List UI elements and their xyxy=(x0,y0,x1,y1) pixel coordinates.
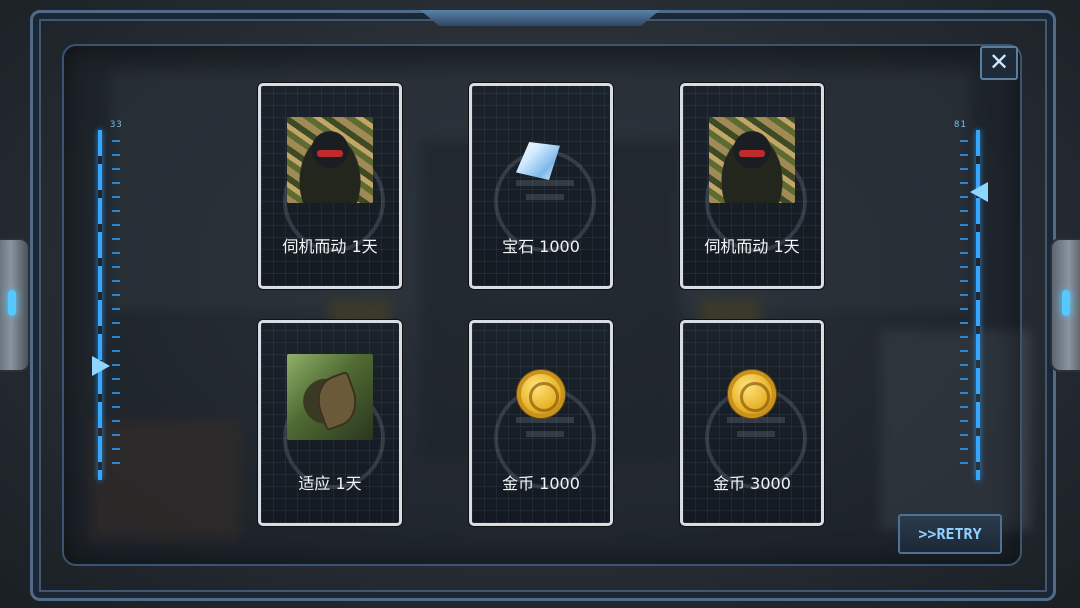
soldier-portrait xyxy=(287,117,373,203)
reward-card[interactable]: 金币 1000 xyxy=(469,320,613,526)
reward-label: 适应 1天 xyxy=(298,474,362,493)
right-bumper xyxy=(1050,238,1080,372)
gauge-pointer-icon xyxy=(970,182,988,202)
moth-wing xyxy=(309,370,365,432)
reward-label: 伺机而动 1天 xyxy=(282,237,378,256)
reward-label: 金币 1000 xyxy=(502,474,580,493)
gauge-rail xyxy=(98,130,102,480)
left-bumper xyxy=(0,238,30,372)
reward-label: 宝石 1000 xyxy=(502,237,580,256)
retry-button[interactable]: >>RETRY xyxy=(898,514,1002,554)
moth-portrait xyxy=(287,354,373,440)
reward-card[interactable]: 伺机而动 1天 xyxy=(680,83,824,289)
left-gauge: 33 xyxy=(88,120,128,480)
gold-coin-icon xyxy=(728,370,776,418)
visor xyxy=(317,150,343,157)
right-gauge: 81 xyxy=(950,120,990,480)
reward-card[interactable]: 宝石 1000 xyxy=(469,83,613,289)
left-gauge-value: 33 xyxy=(110,120,123,130)
reward-card[interactable]: 金币 3000 xyxy=(680,320,824,526)
gold-coin-icon xyxy=(517,370,565,418)
right-gauge-value: 81 xyxy=(954,120,967,130)
close-button[interactable]: ✕ xyxy=(980,46,1018,80)
retry-label: >>RETRY xyxy=(918,525,982,543)
gauge-ticks xyxy=(112,140,120,470)
close-icon: ✕ xyxy=(988,48,1010,76)
reward-label: 金币 3000 xyxy=(713,474,791,493)
reward-card[interactable]: 伺机而动 1天 xyxy=(258,83,402,289)
top-notch xyxy=(420,10,660,26)
reward-screen: 33 81 ✕ 伺机而动 1天 宝石 1000 伺机而动 1天 适应 1天 金币 xyxy=(0,0,1080,608)
gauge-ticks xyxy=(960,140,968,470)
led-indicator xyxy=(8,290,16,316)
visor xyxy=(739,150,765,157)
reward-label: 伺机而动 1天 xyxy=(704,237,800,256)
led-indicator xyxy=(1062,290,1070,316)
reward-card[interactable]: 适应 1天 xyxy=(258,320,402,526)
soldier-portrait xyxy=(709,117,795,203)
gauge-pointer-icon xyxy=(92,356,110,376)
